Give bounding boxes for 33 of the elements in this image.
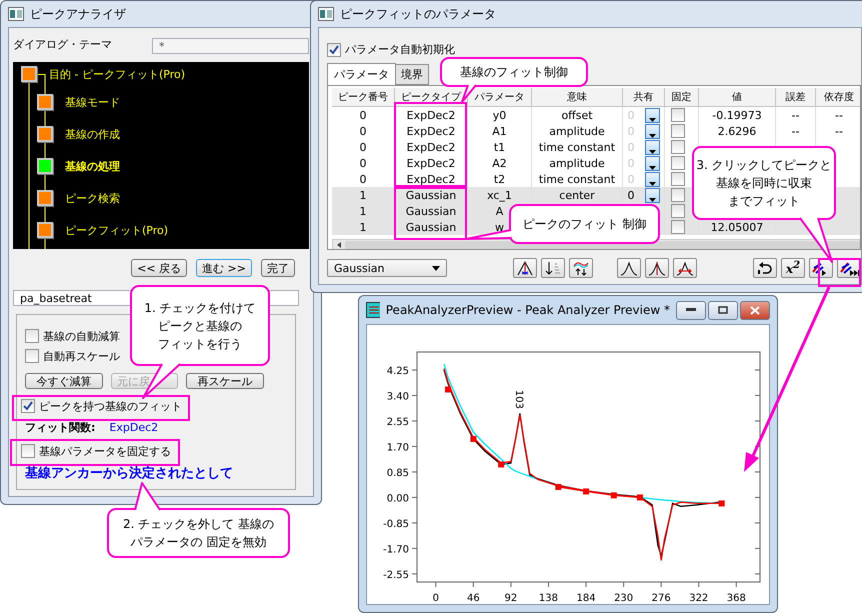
- y-tick-label: 4.25: [386, 366, 409, 377]
- y-tick-label: -2.55: [383, 570, 409, 581]
- window-title: ピークアナライザ: [30, 6, 126, 22]
- callout-tooltip: ピークのフィット 制御: [509, 204, 660, 244]
- x-tick-label: 368: [726, 593, 746, 604]
- y-tick-label: 3.40: [386, 391, 409, 402]
- note-text: 基線アンカーから決定されたとして: [25, 465, 233, 482]
- theme-label: ダイアログ・テーマ: [13, 36, 112, 52]
- fit-function-value: ExpDec2: [109, 420, 158, 434]
- x-tick-label: 184: [576, 593, 596, 604]
- y-tick-label: 0.00: [386, 493, 409, 504]
- y-tick-label: 0.85: [386, 468, 409, 479]
- x-tick-label: 138: [538, 593, 558, 604]
- y-tick-label: 2.55: [386, 416, 409, 428]
- callout-tooltip: 3. クリックしてピークと 基線を同時に収束 までフィット: [692, 146, 836, 220]
- peak-label: 103: [512, 390, 524, 409]
- x-tick-label: 276: [652, 593, 671, 604]
- window-title: ピークフィットのパラメータ: [340, 6, 496, 22]
- x-tick-label: 230: [614, 593, 634, 604]
- table-cell: 1: [332, 219, 395, 235]
- window-title: PeakAnalyzerPreview - Peak Analyzer Preview *: [386, 303, 670, 317]
- x-tick-label: 322: [689, 593, 708, 604]
- table-cell: Gaussian: [395, 219, 468, 235]
- fit-function-label: フィット関数:: [25, 420, 96, 434]
- x-tick-label: 46: [466, 593, 480, 604]
- y-tick-label: -0.85: [383, 518, 409, 530]
- y-tick-label: -1.70: [383, 544, 409, 556]
- share-value: 0: [628, 188, 634, 202]
- x-tick-label: 92: [504, 593, 518, 604]
- x-tick-label: 0: [432, 593, 439, 604]
- y-tick-label: 1.70: [386, 442, 409, 454]
- callout-tooltip: 1. チェックを付けて ピークと基線の フィットを行う: [130, 285, 270, 366]
- table-cell: ExpDec2: [395, 171, 468, 187]
